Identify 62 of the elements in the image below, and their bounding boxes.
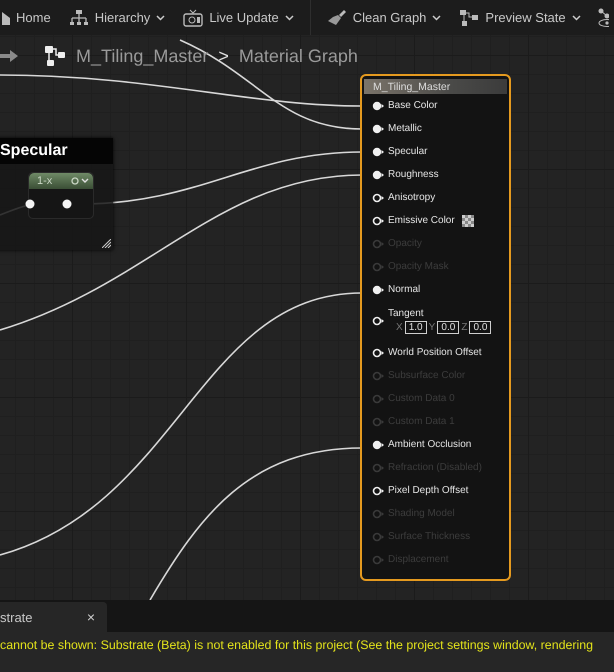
arrow-icon[interactable] — [0, 48, 20, 64]
eye-graph-icon[interactable] — [596, 8, 609, 28]
node-title: M_Tiling_Master — [364, 79, 507, 94]
value-field[interactable]: 0.0 — [469, 321, 492, 334]
comment-title: Specular — [0, 138, 113, 164]
pin-label: Tangent — [388, 308, 425, 319]
one-minus-node[interactable]: 1-x — [28, 172, 94, 219]
preview-toggle-icon[interactable] — [71, 177, 89, 185]
axis-label: Y — [428, 322, 436, 333]
pin-label: Roughness — [388, 169, 439, 180]
pin-icon[interactable] — [372, 348, 384, 358]
pin-label: Ambient Occlusion — [388, 439, 472, 450]
pin-icon[interactable] — [372, 440, 384, 450]
toolbar-button[interactable]: Preview State — [457, 4, 583, 30]
warning-message: cannot be shown: Substrate (Beta) is not enabled for this project (See the project settings window, rendering — [0, 632, 614, 672]
pin-label: World Position Offset — [388, 347, 482, 358]
pin-icon[interactable] — [372, 170, 384, 180]
comment-box[interactable]: Specular 1-x — [0, 138, 113, 250]
tv-icon — [183, 8, 204, 26]
pin-icon[interactable] — [372, 146, 384, 156]
pin-label: Normal — [388, 284, 420, 295]
breadcrumb-item[interactable]: M_Tiling_Master — [76, 46, 208, 66]
pin-icon[interactable] — [372, 486, 384, 496]
pin-label: Base Color — [388, 100, 438, 111]
caret-icon — [284, 14, 294, 20]
hierarchy-icon — [68, 8, 89, 26]
pin-icon[interactable] — [62, 199, 72, 209]
pin-icon[interactable] — [372, 284, 384, 294]
pin-icon[interactable] — [372, 192, 384, 202]
node-graph-icon — [459, 8, 480, 26]
material-node[interactable] — [360, 74, 511, 581]
pin-icon[interactable] — [372, 100, 384, 110]
toolbar-button[interactable]: Home — [0, 6, 53, 29]
pin-label: Pixel Depth Offset — [388, 485, 468, 496]
caret-icon — [572, 14, 581, 20]
pin-label: Metallic — [388, 123, 422, 134]
node-graph-icon — [44, 45, 66, 67]
toolbar-button[interactable]: Hierarchy — [66, 4, 168, 30]
pin-label: Specular — [388, 146, 428, 157]
breadcrumb-separator: > — [218, 46, 229, 66]
close-button[interactable]: × — [86, 609, 95, 625]
pin-icon[interactable] — [372, 216, 384, 226]
axis-label: X — [396, 322, 403, 333]
node-title: 1-x — [37, 175, 52, 187]
caret-icon — [156, 14, 166, 20]
value-field[interactable]: 0.0 — [437, 321, 460, 334]
breadcrumb-item[interactable]: Material Graph — [238, 46, 358, 66]
pin-icon[interactable] — [372, 316, 384, 326]
panel-tab[interactable]: strate × — [0, 602, 107, 632]
pin-icon[interactable] — [372, 124, 384, 134]
pin-icon[interactable] — [25, 199, 35, 209]
pin-label: Emissive Color — [388, 215, 455, 226]
tab-label: strate — [0, 610, 33, 624]
toolbar-button[interactable]: Live Update — [181, 4, 296, 30]
toolbar-button[interactable]: Clean Graph — [324, 4, 444, 30]
value-field[interactable]: 1.0 — [404, 321, 427, 334]
caret-icon — [432, 14, 442, 20]
axis-label: Z — [461, 322, 468, 333]
brush-icon — [326, 8, 347, 26]
resize-grip-icon[interactable] — [102, 239, 111, 248]
color-swatch[interactable] — [462, 214, 474, 226]
pin-label: Anisotropy — [388, 192, 436, 203]
